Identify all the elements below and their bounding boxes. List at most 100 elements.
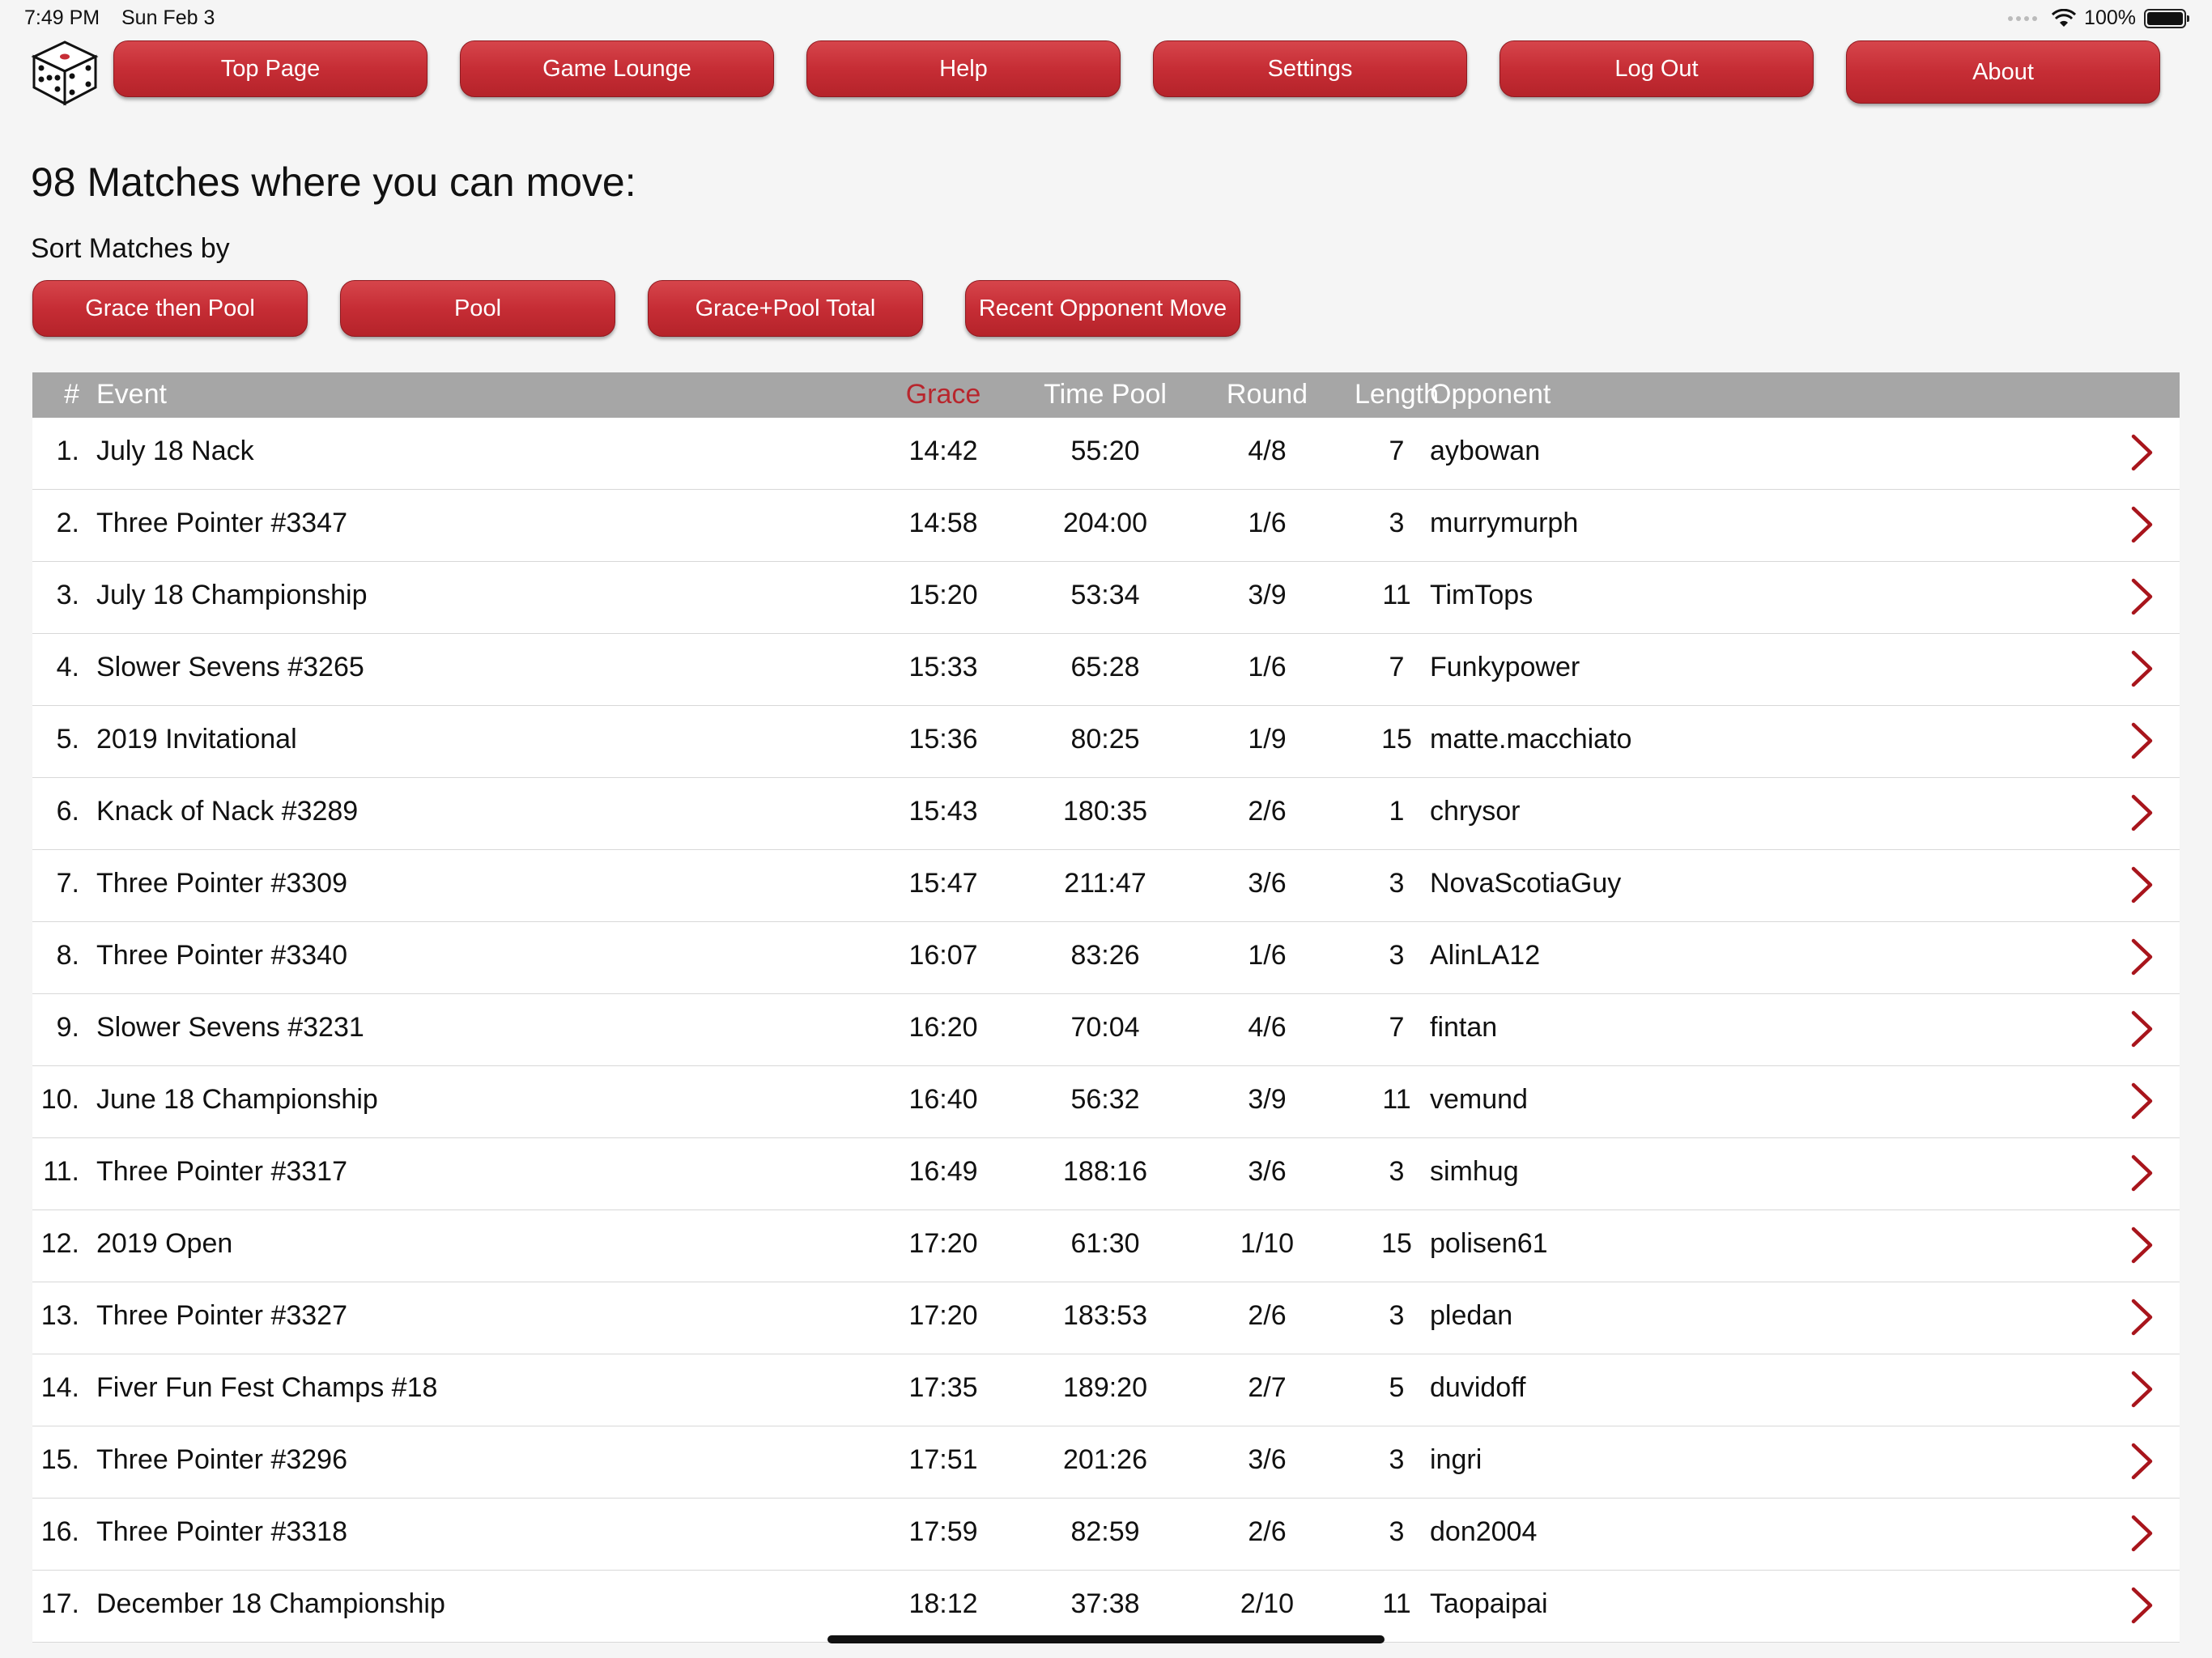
chevron-right-icon[interactable] <box>2129 578 2154 615</box>
chevron-right-icon[interactable] <box>2129 866 2154 903</box>
table-row[interactable]: 5. 2019 Invitational 15:36 80:25 1/9 15 matte.… <box>32 706 2180 778</box>
chevron-right-icon[interactable] <box>2129 1587 2154 1624</box>
row-opponent: duvidoff <box>1430 1372 1526 1403</box>
nav-about-button[interactable]: About <box>1846 40 2160 104</box>
header-num[interactable]: # <box>32 379 79 410</box>
header-event[interactable]: Event <box>96 379 167 410</box>
row-grace: 17:20 <box>908 1300 978 1331</box>
table-row[interactable]: 2. Three Pointer #3347 14:58 204:00 1/6 3 murr… <box>32 490 2180 562</box>
table-row[interactable]: 17. December 18 Championship 18:12 37:38 2/1… <box>32 1571 2180 1643</box>
table-row[interactable]: 15. Three Pointer #3296 17:51 201:26 3/6 3 ing… <box>32 1426 2180 1499</box>
row-event: Three Pointer #3347 <box>96 508 347 538</box>
table-row[interactable]: 9. Slower Sevens #3231 16:20 70:04 4/6 7 finta… <box>32 994 2180 1066</box>
row-opponent: NovaScotiaGuy <box>1430 868 1622 899</box>
nav-top-page-button[interactable]: Top Page <box>113 40 428 97</box>
wifi-icon <box>2052 8 2077 27</box>
row-event: Three Pointer #3318 <box>96 1516 347 1547</box>
home-indicator[interactable] <box>827 1635 1385 1643</box>
sort-recent-opponent-move-button[interactable]: Recent Opponent Move <box>965 280 1240 337</box>
chevron-right-icon[interactable] <box>2129 1010 2154 1048</box>
row-num: 12. <box>40 1228 79 1259</box>
row-event: Three Pointer #3309 <box>96 868 347 899</box>
chevron-right-icon[interactable] <box>2129 650 2154 687</box>
row-opponent: chrysor <box>1430 796 1521 827</box>
row-opponent: murrymurph <box>1430 508 1579 538</box>
table-row[interactable]: 14. Fiver Fun Fest Champs #18 17:35 189:20 2… <box>32 1354 2180 1426</box>
status-right: 100% <box>2008 6 2189 30</box>
row-grace: 17:59 <box>908 1516 978 1547</box>
chevron-right-icon[interactable] <box>2129 1154 2154 1192</box>
row-grace: 17:51 <box>908 1444 978 1475</box>
row-num: 9. <box>56 1012 79 1043</box>
chevron-right-icon[interactable] <box>2129 722 2154 759</box>
row-event: July 18 Nack <box>96 436 254 466</box>
table-row[interactable]: 1. July 18 Nack 14:42 55:20 4/8 7 aybowan <box>32 418 2180 490</box>
row-num: 15. <box>40 1444 79 1475</box>
chevron-right-icon[interactable] <box>2129 434 2154 471</box>
row-num: 5. <box>56 724 79 755</box>
nav-log-out-button[interactable]: Log Out <box>1499 40 1814 97</box>
row-num: 14. <box>40 1372 79 1403</box>
row-event: Three Pointer #3317 <box>96 1156 347 1187</box>
row-event: Slower Sevens #3231 <box>96 1012 364 1043</box>
row-event: 2019 Open <box>96 1228 233 1259</box>
row-grace: 15:43 <box>908 796 978 827</box>
row-event: December 18 Championship <box>96 1588 445 1619</box>
row-event: July 18 Championship <box>96 580 368 610</box>
row-num: 1. <box>56 436 79 466</box>
table-row[interactable]: 3. July 18 Championship 15:20 53:34 3/9 11 Tim… <box>32 562 2180 634</box>
row-num: 2. <box>56 508 79 538</box>
row-num: 17. <box>40 1588 79 1619</box>
row-opponent: don2004 <box>1430 1516 1538 1547</box>
row-num: 13. <box>40 1300 79 1331</box>
table-row[interactable]: 13. Three Pointer #3327 17:20 183:53 2/6 3 ple… <box>32 1282 2180 1354</box>
row-grace: 16:07 <box>908 940 978 971</box>
table-row[interactable]: 16. Three Pointer #3318 17:59 82:59 2/6 3 don2… <box>32 1499 2180 1571</box>
row-num: 16. <box>40 1516 79 1547</box>
sort-grace-then-pool-button[interactable]: Grace then Pool <box>32 280 308 337</box>
table-row[interactable]: 7. Three Pointer #3309 15:47 211:47 3/6 3 Nova… <box>32 850 2180 922</box>
row-opponent: aybowan <box>1430 436 1541 466</box>
header-grace[interactable]: Grace <box>874 379 1012 410</box>
nav-game-lounge-button[interactable]: Game Lounge <box>460 40 774 97</box>
table-row[interactable]: 12. 2019 Open 17:20 61:30 1/10 15 polisen61 <box>32 1210 2180 1282</box>
sort-grace-pool-total-button[interactable]: Grace+Pool Total <box>648 280 923 337</box>
page-title: 98 Matches where you can move: <box>31 159 636 205</box>
dice-icon[interactable] <box>31 39 99 107</box>
chevron-right-icon[interactable] <box>2129 506 2154 543</box>
table-row[interactable]: 8. Three Pointer #3340 16:07 83:26 1/6 3 AlinL… <box>32 922 2180 994</box>
chevron-right-icon[interactable] <box>2129 1515 2154 1552</box>
chevron-right-icon[interactable] <box>2129 1226 2154 1264</box>
row-event: Fiver Fun Fest Champs #18 <box>96 1372 438 1403</box>
row-event: Three Pointer #3296 <box>96 1444 347 1475</box>
table-row[interactable]: 4. Slower Sevens #3265 15:33 65:28 1/6 7 Funky… <box>32 634 2180 706</box>
chevron-right-icon[interactable] <box>2129 1082 2154 1120</box>
sort-pool-button[interactable]: Pool <box>340 280 615 337</box>
nav-settings-button[interactable]: Settings <box>1153 40 1467 97</box>
chevron-right-icon[interactable] <box>2129 1443 2154 1480</box>
row-opponent: vemund <box>1430 1084 1528 1115</box>
table-row[interactable]: 6. Knack of Nack #3289 15:43 180:35 2/6 1 chry… <box>32 778 2180 850</box>
row-grace: 15:33 <box>908 652 978 682</box>
nav-help-button[interactable]: Help <box>806 40 1121 97</box>
chevron-right-icon[interactable] <box>2129 1371 2154 1408</box>
row-grace: 14:58 <box>908 508 978 538</box>
signal-icon <box>2008 15 2038 21</box>
chevron-right-icon[interactable] <box>2129 794 2154 831</box>
header-opponent[interactable]: Opponent <box>1430 379 1551 410</box>
chevron-right-icon[interactable] <box>2129 938 2154 976</box>
table-header: # Event Grace Time Pool Round Length Opp… <box>32 372 2180 418</box>
row-num: 7. <box>56 868 79 899</box>
sort-label: Sort Matches by <box>31 233 230 264</box>
row-num: 6. <box>56 796 79 827</box>
row-event: June 18 Championship <box>96 1084 378 1115</box>
table-row[interactable]: 10. June 18 Championship 16:40 56:32 3/9 11 ve… <box>32 1066 2180 1138</box>
chevron-right-icon[interactable] <box>2129 1299 2154 1336</box>
battery-percent: 100% <box>2084 6 2136 29</box>
row-opponent: matte.macchiato <box>1430 724 1632 755</box>
row-opponent: simhug <box>1430 1156 1519 1187</box>
row-num: 10. <box>40 1084 79 1115</box>
table-row[interactable]: 11. Three Pointer #3317 16:49 188:16 3/6 3 sim… <box>32 1138 2180 1210</box>
row-opponent: fintan <box>1430 1012 1498 1043</box>
row-grace: 16:40 <box>908 1084 978 1115</box>
